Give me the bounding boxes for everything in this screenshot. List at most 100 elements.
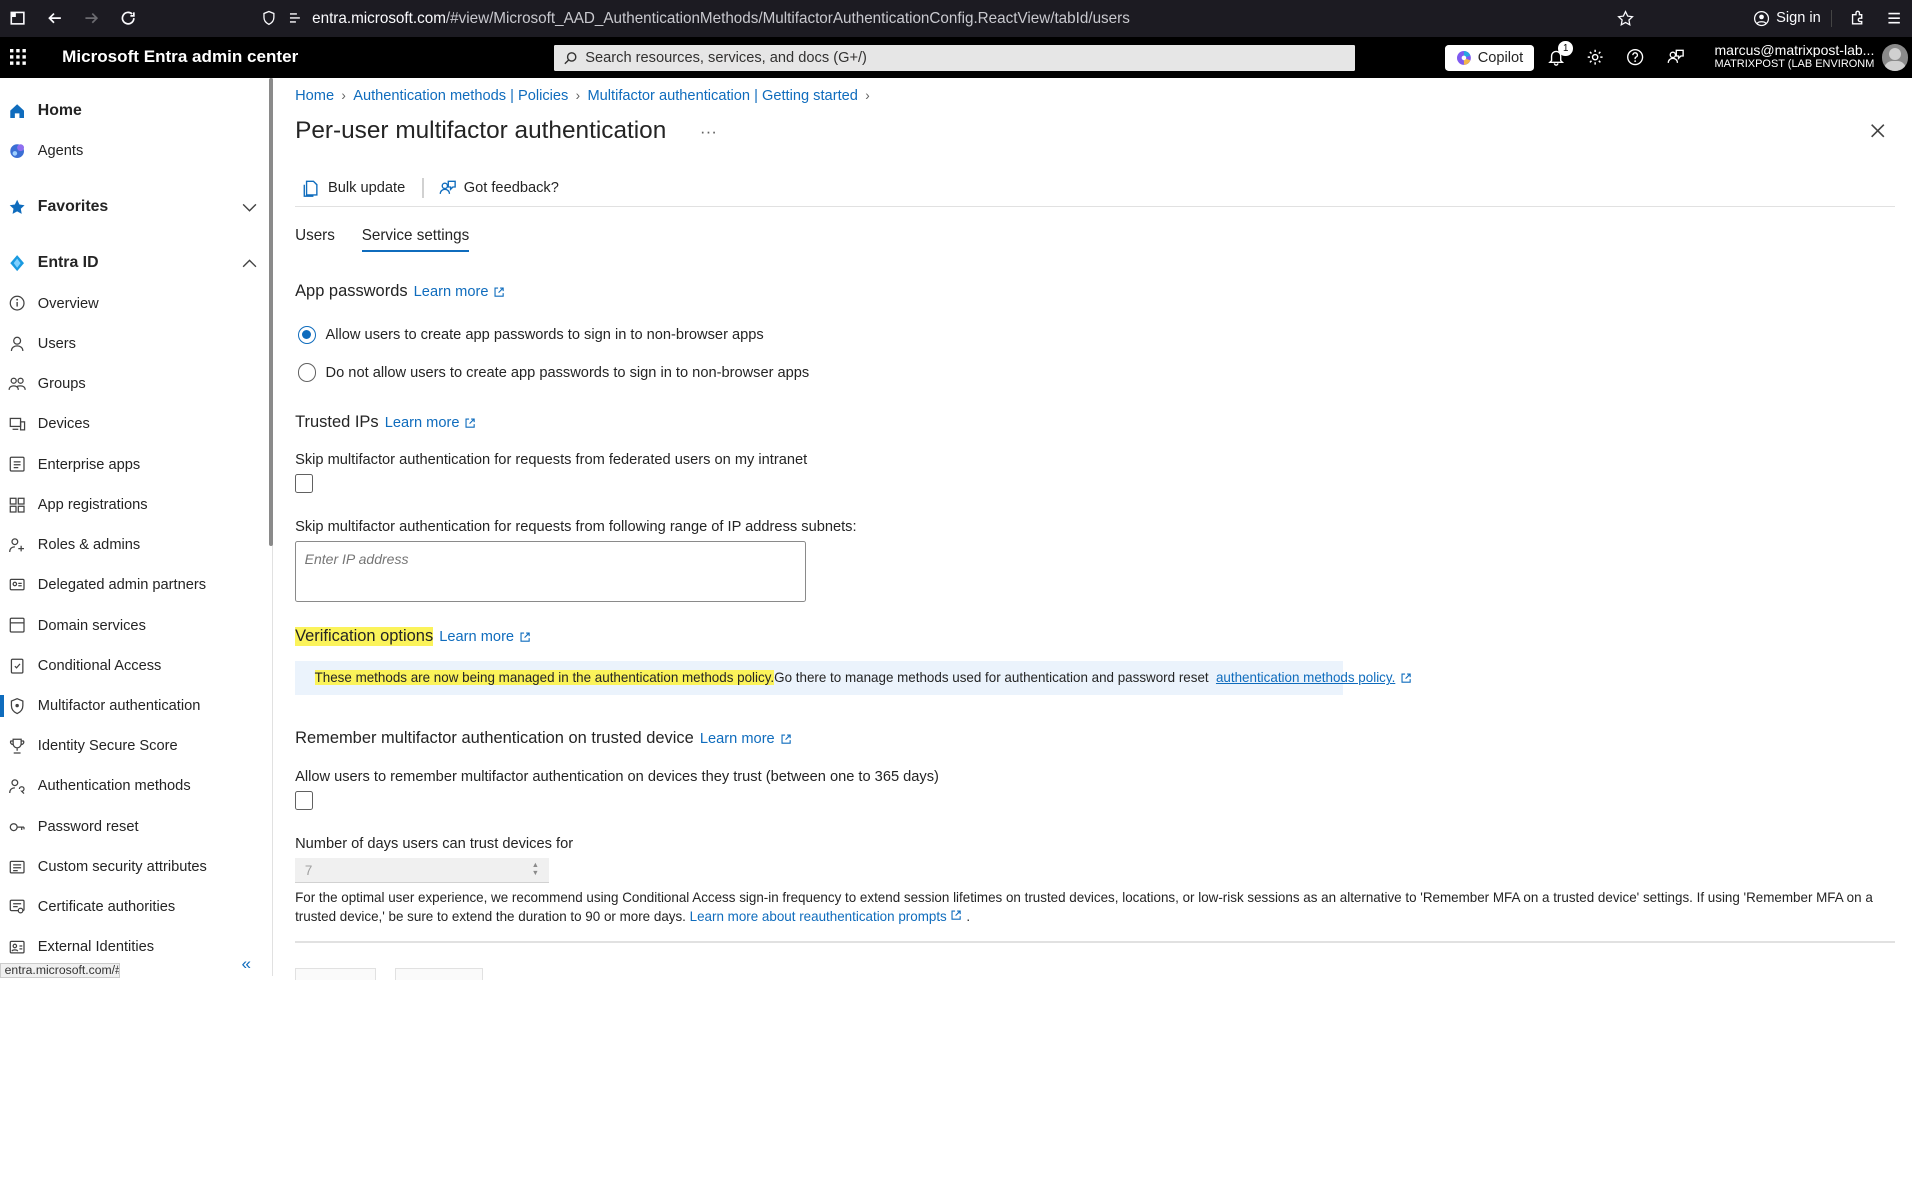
bookmark-star-icon[interactable] bbox=[1617, 9, 1634, 27]
sidebar-item-roles-admins[interactable]: Roles & admins bbox=[0, 527, 268, 564]
sidebar-item-external-identities[interactable]: External Identities bbox=[0, 929, 268, 966]
discard-button[interactable] bbox=[395, 968, 483, 981]
more-actions-button[interactable]: ··· bbox=[700, 122, 717, 142]
account-name: marcus@matrixpost-lab... bbox=[1714, 42, 1875, 58]
radio-checked[interactable] bbox=[297, 325, 316, 344]
chevron-up-icon[interactable] bbox=[241, 255, 258, 272]
portal-title[interactable]: Microsoft Entra admin center bbox=[62, 47, 298, 67]
back-arrow-icon[interactable] bbox=[37, 0, 74, 37]
skip-federated-label: Skip multifactor authentication for requ… bbox=[295, 452, 808, 469]
reload-icon[interactable] bbox=[110, 0, 147, 37]
agents-icon bbox=[2, 137, 31, 166]
shield-icon[interactable] bbox=[261, 10, 277, 26]
sidebar-item-overview[interactable]: Overview bbox=[0, 285, 268, 322]
sidebar-item-delegated-admin-partners[interactable]: Delegated admin partners bbox=[0, 567, 268, 604]
sidebar-item-label: Custom security attributes bbox=[37, 858, 207, 875]
external-identities-icon bbox=[2, 933, 31, 962]
sidebar-item-certificate-authorities[interactable]: Certificate authorities bbox=[0, 889, 268, 926]
account-tenant: MATRIXPOST (LAB ENVIRONME... bbox=[1714, 58, 1876, 71]
account-info[interactable]: marcus@matrixpost-lab... MATRIXPOST (LAB… bbox=[1714, 43, 1875, 72]
radio-unchecked[interactable] bbox=[297, 363, 316, 382]
chevron-down-icon[interactable] bbox=[241, 199, 258, 216]
sidebar-scrollbar[interactable] bbox=[269, 78, 274, 547]
extensions-icon[interactable] bbox=[1839, 0, 1876, 37]
tab-list: Users Service settings bbox=[295, 227, 470, 253]
sidebar-item-home[interactable]: Home bbox=[0, 93, 268, 130]
breadcrumb-multifactor-authentication[interactable]: Multifactor authentication | Getting sta… bbox=[587, 88, 857, 104]
sidebar-item-conditional-access[interactable]: Conditional Access bbox=[0, 647, 268, 684]
sidebar-item-authentication-methods[interactable]: Authentication methods bbox=[0, 768, 268, 805]
external-link-icon bbox=[465, 418, 476, 428]
tab-users[interactable]: Users bbox=[295, 227, 335, 251]
copilot-button[interactable]: Copilot bbox=[1444, 45, 1534, 71]
note-end: . bbox=[962, 909, 971, 925]
chevron-right-icon: › bbox=[341, 88, 346, 104]
tab-overview-icon[interactable] bbox=[0, 0, 37, 37]
days-label: Number of days users can trust devices f… bbox=[295, 836, 574, 853]
menu-icon[interactable] bbox=[1875, 0, 1912, 37]
app-passwords-learn-more-link[interactable]: Learn more bbox=[414, 284, 506, 300]
skip-range-label: Skip multifactor authentication for requ… bbox=[295, 519, 857, 536]
shield-lock-icon bbox=[2, 691, 31, 720]
deny-app-passwords-option[interactable]: Do not allow users to create app passwor… bbox=[297, 363, 809, 382]
sidebar-item-password-reset[interactable]: Password reset bbox=[0, 808, 268, 845]
collapse-sidebar-button[interactable]: « bbox=[241, 954, 261, 974]
sidebar-item-label: Home bbox=[37, 101, 82, 119]
sidebar-item-custom-security-attributes[interactable]: Custom security attributes bbox=[0, 849, 268, 886]
spinner-arrows-icon[interactable]: ▲ ▼ bbox=[532, 860, 539, 878]
trusted-ips-learn-more-link[interactable]: Learn more bbox=[385, 415, 477, 431]
remember-mfa-learn-more-link[interactable]: Learn more bbox=[700, 731, 792, 747]
sidebar-item-agents[interactable]: Agents bbox=[0, 133, 268, 170]
sidebar-item-domain-services[interactable]: Domain services bbox=[0, 607, 268, 644]
sidebar-item-label: Certificate authorities bbox=[37, 899, 176, 916]
reauthentication-prompts-link[interactable]: Learn more about reauthentication prompt… bbox=[690, 909, 963, 924]
learn-more-label: Learn more bbox=[439, 628, 515, 645]
sidebar-item-entra-id[interactable]: Entra ID bbox=[0, 245, 268, 282]
help-icon[interactable] bbox=[1623, 45, 1647, 69]
sidebar-item-label: Roles & admins bbox=[37, 537, 141, 554]
address-bar[interactable]: entra.microsoft.com/#view/Microsoft_AAD_… bbox=[260, 3, 1649, 33]
global-search-input[interactable]: Search resources, services, and docs (G+… bbox=[553, 45, 1355, 71]
site-info-icon[interactable] bbox=[287, 10, 303, 26]
partners-icon bbox=[2, 571, 31, 600]
ip-address-input[interactable] bbox=[295, 541, 806, 603]
star-icon bbox=[2, 193, 31, 222]
skip-federated-checkbox[interactable] bbox=[295, 474, 314, 493]
sign-in-button[interactable]: Sign in bbox=[1743, 9, 1832, 27]
tab-service-settings[interactable]: Service settings bbox=[361, 227, 470, 253]
breadcrumb-home[interactable]: Home bbox=[295, 88, 334, 104]
section-title: Remember multifactor authentication on t… bbox=[295, 729, 694, 748]
feedback-button[interactable]: Got feedback? bbox=[431, 176, 569, 200]
sidebar-item-users[interactable]: Users bbox=[0, 326, 268, 363]
browser-toolbar: entra.microsoft.com/#view/Microsoft_AAD_… bbox=[0, 0, 1912, 37]
sidebar-item-groups[interactable]: Groups bbox=[0, 366, 268, 403]
verification-learn-more-link[interactable]: Learn more bbox=[439, 629, 531, 645]
settings-gear-icon[interactable] bbox=[1583, 45, 1607, 69]
forward-arrow-icon[interactable] bbox=[73, 0, 110, 37]
sidebar-item-favorites[interactable]: Favorites bbox=[0, 189, 268, 226]
bulk-update-icon bbox=[303, 180, 318, 197]
sidebar-item-identity-secure-score[interactable]: Identity Secure Score bbox=[0, 728, 268, 765]
sidebar-item-multifactor-authentication[interactable]: Multifactor authentication bbox=[0, 687, 269, 725]
feedback-icon[interactable] bbox=[1663, 45, 1687, 69]
close-icon[interactable] bbox=[1868, 121, 1888, 141]
app-launcher-icon[interactable] bbox=[0, 37, 37, 78]
authentication-methods-policy-link[interactable]: authentication methods policy. bbox=[1216, 670, 1412, 685]
save-button[interactable] bbox=[295, 968, 376, 981]
bulk-update-button[interactable]: Bulk update bbox=[295, 176, 415, 200]
remember-mfa-checkbox[interactable] bbox=[295, 791, 314, 810]
sidebar-item-devices[interactable]: Devices bbox=[0, 406, 268, 443]
days-number-input[interactable]: 7 ▲ ▼ bbox=[295, 858, 549, 883]
breadcrumb-authentication-methods[interactable]: Authentication methods | Policies bbox=[353, 88, 568, 104]
notifications-bell-icon[interactable]: 1 bbox=[1544, 41, 1573, 69]
avatar[interactable] bbox=[1881, 43, 1909, 71]
sidebar-item-enterprise-apps[interactable]: Enterprise apps bbox=[0, 446, 268, 483]
sidebar-item-label: Delegated admin partners bbox=[37, 577, 207, 594]
sidebar-item-label: Password reset bbox=[37, 818, 139, 835]
allow-app-passwords-option[interactable]: Allow users to create app passwords to s… bbox=[297, 325, 764, 344]
key-user-icon bbox=[2, 772, 31, 801]
toolbar-divider bbox=[422, 178, 424, 198]
sidebar-item-app-registrations[interactable]: App registrations bbox=[0, 487, 268, 524]
learn-more-label: Learn more bbox=[384, 415, 460, 432]
sidebar-item-label: Multifactor authentication bbox=[37, 698, 201, 714]
